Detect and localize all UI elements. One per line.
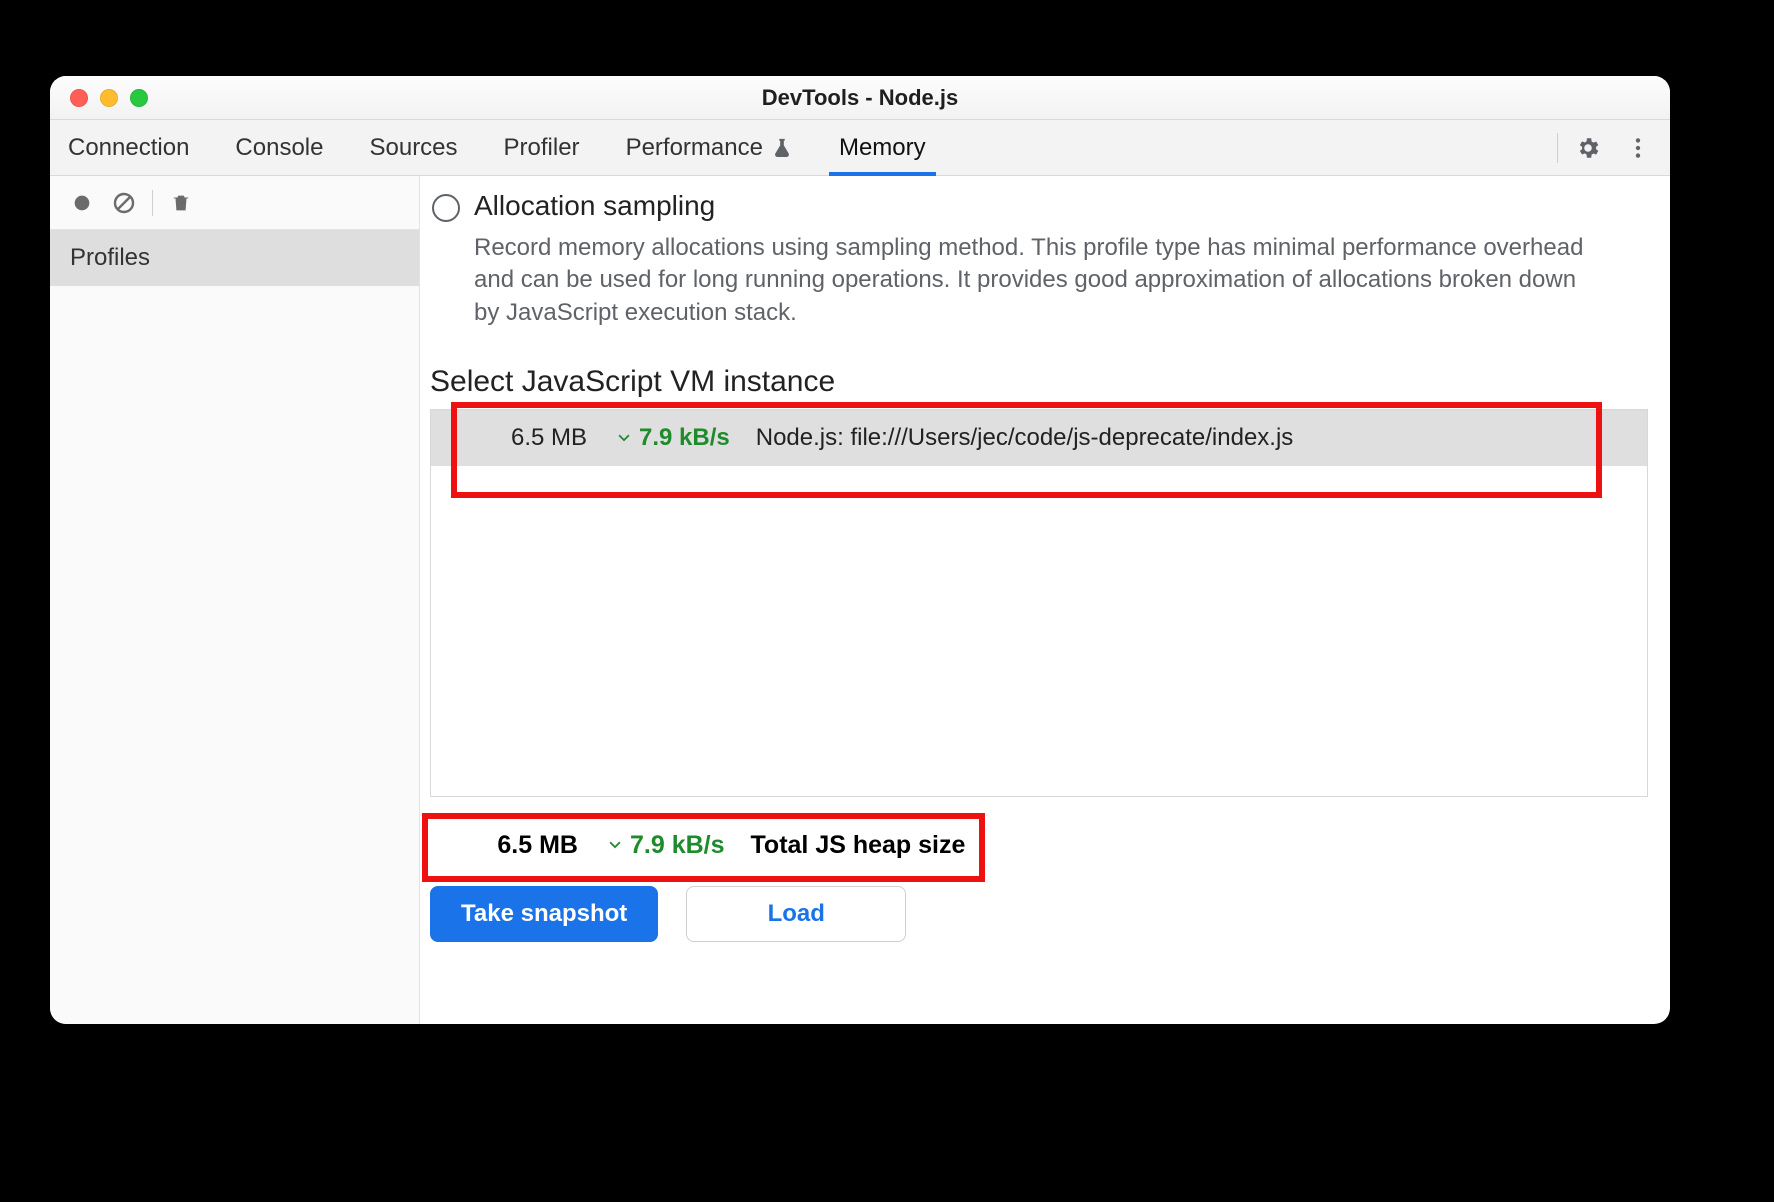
vm-instance-list: 6.5 MB 7.9 kB/s Node.js: file:///Users/j… (430, 409, 1648, 797)
tab-performance[interactable]: Performance (616, 120, 803, 175)
vm-instance-row[interactable]: 6.5 MB 7.9 kB/s Node.js: file:///Users/j… (431, 410, 1647, 466)
arrow-down-icon (613, 424, 635, 453)
load-button[interactable]: Load (686, 886, 906, 942)
clear-button[interactable] (110, 189, 138, 217)
vm-size: 6.5 MB (477, 424, 587, 452)
annotation-highlight (422, 813, 985, 882)
vm-rate: 7.9 kB/s (639, 424, 730, 452)
record-button[interactable] (68, 189, 96, 217)
devtools-window: DevTools - Node.js Connection Console So… (50, 76, 1670, 1024)
record-icon (71, 192, 93, 214)
tab-console[interactable]: Console (225, 120, 333, 175)
vm-trend: 7.9 kB/s (613, 424, 730, 453)
tab-connection[interactable]: Connection (58, 120, 199, 175)
take-snapshot-button[interactable]: Take snapshot (430, 886, 658, 942)
gear-icon (1575, 135, 1601, 161)
close-icon[interactable] (70, 89, 88, 107)
tab-sources[interactable]: Sources (359, 120, 467, 175)
tab-profiler[interactable]: Profiler (494, 120, 590, 175)
window-title: DevTools - Node.js (50, 85, 1670, 111)
separator (1557, 133, 1558, 163)
delete-button[interactable] (167, 189, 195, 217)
more-button[interactable] (1618, 128, 1658, 168)
separator (152, 190, 153, 216)
profile-type-allocation-sampling[interactable]: Allocation sampling Record memory alloca… (430, 184, 1648, 331)
body: Profiles Allocation sampling Record memo… (50, 176, 1670, 1024)
totals-row: 6.5 MB 7.9 kB/s Total JS heap size (430, 823, 977, 868)
actions: Take snapshot Load (430, 886, 1648, 942)
vm-instance-heading: Select JavaScript VM instance (430, 365, 1648, 399)
vm-instance-name: Node.js: file:///Users/jec/code/js-depre… (756, 424, 1294, 452)
window-controls (70, 89, 148, 107)
zoom-icon[interactable] (130, 89, 148, 107)
more-vertical-icon (1625, 135, 1651, 161)
sidebar-toolbar (50, 176, 419, 230)
sidebar-section-profiles[interactable]: Profiles (50, 230, 419, 286)
sidebar: Profiles (50, 176, 420, 1024)
profile-type-description: Record memory allocations using sampling… (474, 232, 1584, 329)
trash-icon (170, 192, 192, 214)
minimize-icon[interactable] (100, 89, 118, 107)
tabstrip: Connection Console Sources Profiler Perf… (50, 120, 1670, 176)
flask-icon (771, 137, 793, 159)
sidebar-section-label: Profiles (70, 244, 150, 272)
ban-icon (112, 191, 136, 215)
titlebar: DevTools - Node.js (50, 76, 1670, 120)
profile-type-title: Allocation sampling (474, 190, 1584, 222)
settings-button[interactable] (1568, 128, 1608, 168)
main-pane: Allocation sampling Record memory alloca… (420, 176, 1670, 1024)
tab-memory[interactable]: Memory (829, 120, 936, 175)
radio-icon[interactable] (432, 194, 460, 222)
